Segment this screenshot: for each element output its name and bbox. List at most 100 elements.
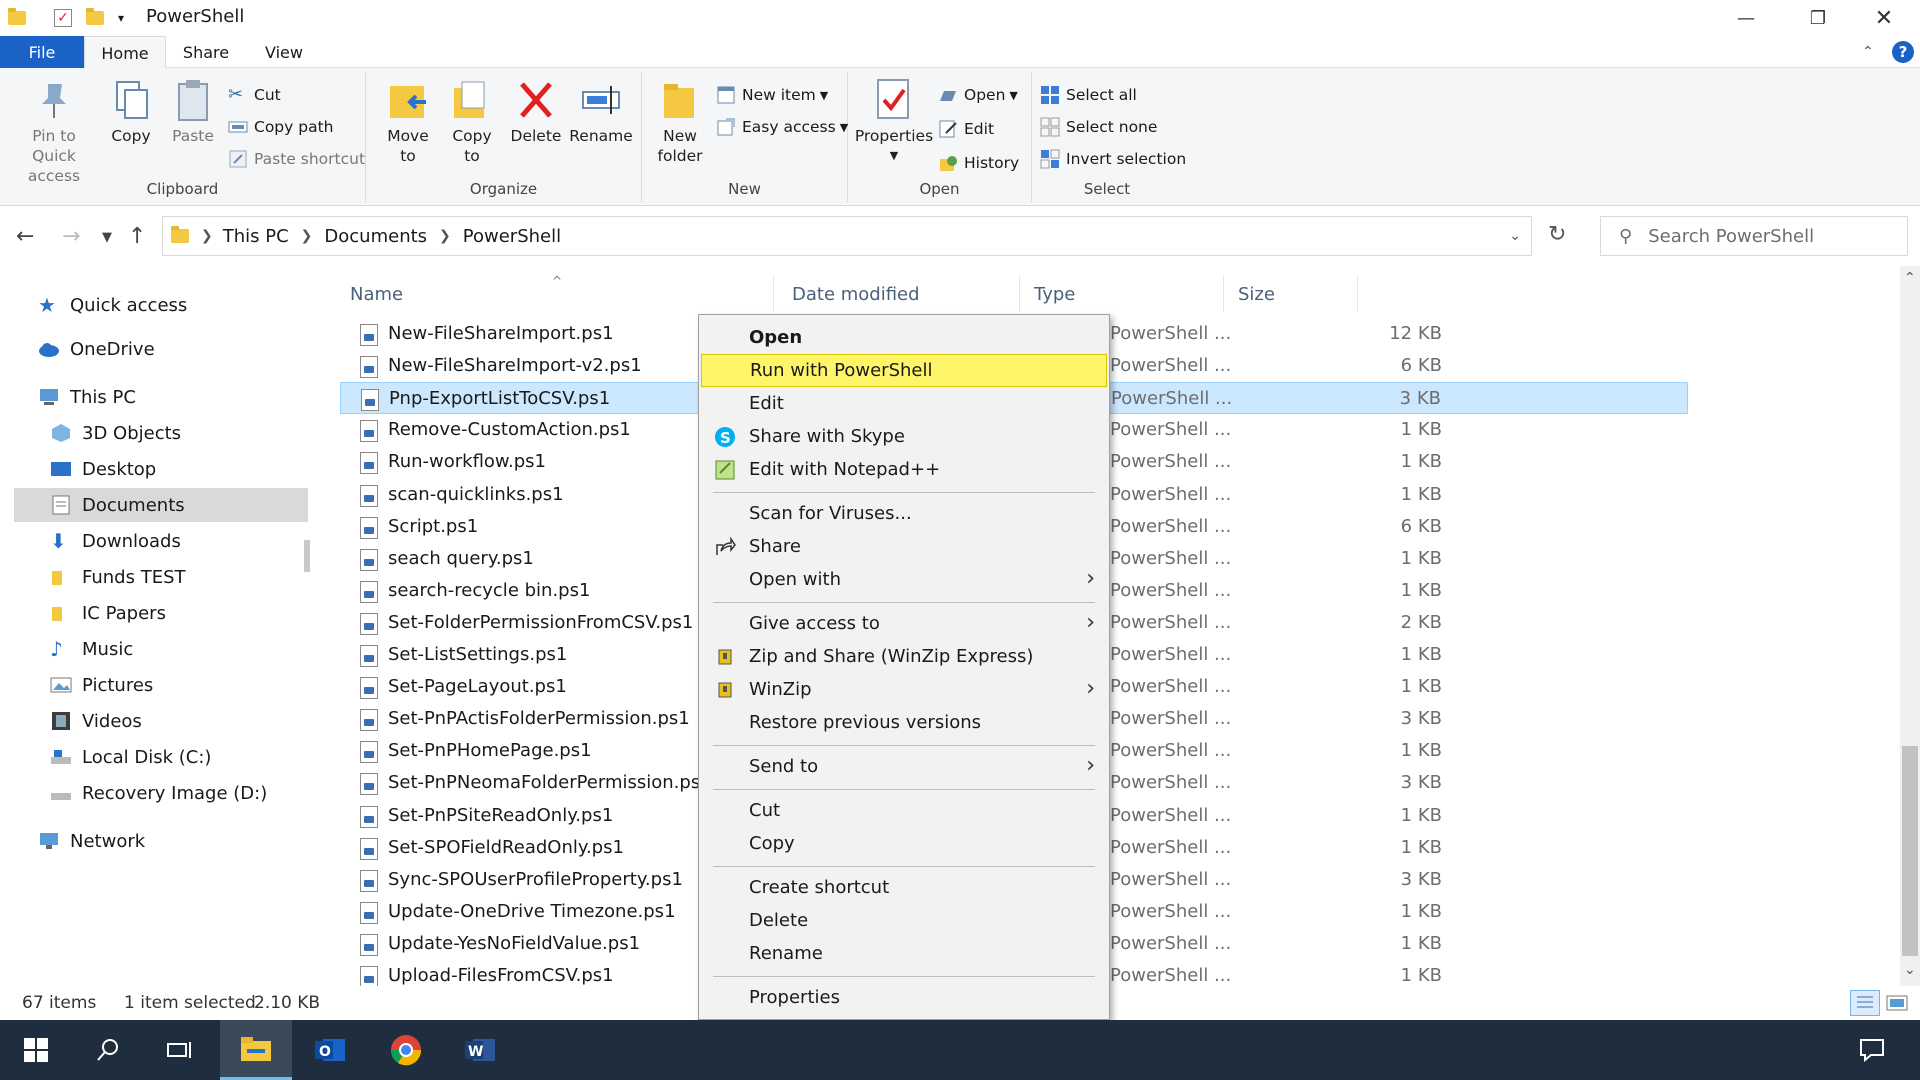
scroll-up-icon[interactable]: ⌃ (1904, 270, 1916, 286)
menu-item-winzip[interactable]: WinZip › (701, 673, 1107, 706)
back-arrow-icon[interactable]: ← (16, 224, 34, 249)
large-icons-view-icon[interactable] (1884, 992, 1910, 1014)
search-input[interactable]: ⚲ Search PowerShell (1600, 216, 1908, 256)
nav-item-pictures[interactable]: Pictures (50, 668, 153, 702)
paste-button[interactable]: Paste (166, 78, 220, 146)
column-header-name[interactable]: Name ^ (338, 274, 774, 312)
collapse-ribbon-icon[interactable]: ⌃ (1862, 44, 1874, 60)
nav-item-videos[interactable]: Videos (50, 704, 142, 738)
tab-share[interactable]: Share (168, 36, 244, 68)
select-all-button[interactable]: Select all (1040, 82, 1137, 108)
new-folder-button[interactable]: New folder (650, 78, 710, 166)
address-dropdown-icon[interactable]: ⌄ (1509, 228, 1521, 244)
menu-item-restore-previous-versions[interactable]: Restore previous versions (701, 706, 1107, 739)
breadcrumb-this-pc[interactable]: This PC (223, 226, 289, 247)
nav-item-documents[interactable]: Documents (14, 488, 308, 522)
up-arrow-icon[interactable]: ↑ (128, 224, 146, 249)
scrollbar-thumb[interactable] (1902, 746, 1918, 956)
menu-item-send-to[interactable]: Send to › (701, 750, 1107, 783)
easy-access-button[interactable]: Easy access ▼ (716, 114, 848, 140)
menu-item-scan-for-viruses[interactable]: Scan for Viruses... (701, 497, 1107, 530)
recent-locations-icon[interactable]: ▼ (102, 230, 112, 245)
nav-item-onedrive[interactable]: OneDrive (38, 332, 155, 366)
details-view-icon[interactable] (1850, 990, 1880, 1016)
cut-button[interactable]: ✂ Cut (228, 82, 281, 108)
notification-icon[interactable] (1836, 1020, 1908, 1080)
tab-view[interactable]: View (248, 36, 320, 68)
column-header-date[interactable]: Date modified (780, 276, 1020, 312)
menu-item-open-with[interactable]: Open with › (701, 563, 1107, 596)
nav-item-3d-objects[interactable]: 3D Objects (50, 416, 181, 450)
documents-icon (50, 495, 72, 515)
close-button[interactable]: ✕ (1848, 0, 1920, 36)
tab-file[interactable]: File (0, 36, 84, 68)
select-none-button[interactable]: Select none (1040, 114, 1157, 140)
customize-qat-icon[interactable]: ▾ (118, 11, 124, 25)
nav-item-desktop[interactable]: Desktop (50, 452, 156, 486)
windows-start-icon[interactable] (0, 1020, 72, 1080)
minimize-button[interactable]: — (1710, 0, 1782, 36)
search-icon[interactable] (72, 1020, 144, 1080)
help-icon[interactable]: ? (1892, 41, 1914, 63)
menu-item-copy[interactable]: Copy (701, 827, 1107, 860)
menu-item-share-with-skype[interactable]: S Share with Skype (701, 420, 1107, 453)
tab-home[interactable]: Home (84, 36, 166, 69)
nav-pane-scrollbar[interactable] (304, 540, 310, 572)
new-item-button[interactable]: New item ▼ (716, 82, 828, 108)
nav-item-local-disk[interactable]: Local Disk (C:) (50, 740, 211, 774)
menu-item-share[interactable]: Share (701, 530, 1107, 563)
nav-item-network[interactable]: Network (38, 824, 145, 858)
chevron-right-icon: ❯ (201, 228, 213, 244)
menu-item-zip-and-share[interactable]: Zip and Share (WinZip Express) (701, 640, 1107, 673)
menu-item-open[interactable]: Open (701, 321, 1107, 354)
nav-item-ic-papers[interactable]: IC Papers (50, 596, 166, 630)
pin-to-quick-access-button[interactable]: Pin to Quick access (8, 78, 100, 186)
word-icon[interactable]: W (444, 1020, 516, 1080)
move-to-button[interactable]: Move to (378, 78, 438, 166)
column-header-size[interactable]: Size (1226, 276, 1358, 312)
nav-item-quick-access[interactable]: ★ Quick access (38, 288, 187, 322)
column-header-type[interactable]: Type (1022, 276, 1224, 312)
maximize-button[interactable]: ❐ (1782, 0, 1854, 36)
edit-button[interactable]: Edit (938, 116, 994, 142)
menu-item-delete[interactable]: Delete (701, 904, 1107, 937)
new-folder-icon[interactable] (86, 8, 104, 25)
menu-item-give-access-to[interactable]: Give access to › (701, 607, 1107, 640)
file-name: Set-SPOFieldReadOnly.ps1 (388, 837, 624, 858)
copy-path-button[interactable]: Copy path (228, 114, 333, 140)
menu-item-edit-with-notepad[interactable]: Edit with Notepad++ (701, 453, 1107, 486)
breadcrumb-powershell[interactable]: PowerShell (463, 226, 561, 247)
scroll-down-icon[interactable]: ⌄ (1904, 962, 1916, 978)
nav-item-this-pc[interactable]: This PC (38, 380, 136, 414)
properties-button[interactable]: Properties ▼ (855, 78, 933, 166)
menu-item-cut[interactable]: Cut (701, 794, 1107, 827)
vertical-scrollbar[interactable]: ⌃ ⌄ (1900, 266, 1920, 986)
outlook-icon[interactable]: O (294, 1020, 366, 1080)
sort-ascending-icon: ^ (552, 274, 563, 288)
paste-shortcut-button[interactable]: Paste shortcut (228, 146, 365, 172)
rename-button[interactable]: Rename (568, 78, 634, 146)
open-button[interactable]: Open ▼ (938, 82, 1018, 108)
menu-item-edit[interactable]: Edit (701, 387, 1107, 420)
nav-item-downloads[interactable]: ⬇ Downloads (50, 524, 181, 558)
copy-to-button[interactable]: Copy to (442, 78, 502, 166)
file-explorer-taskbar-icon[interactable] (220, 1020, 292, 1080)
forward-arrow-icon[interactable]: → (62, 224, 80, 249)
address-box[interactable]: ❯ This PC ❯ Documents ❯ PowerShell ⌄ (162, 216, 1532, 256)
properties-checkbox-icon[interactable]: ✓ (54, 9, 72, 27)
nav-item-funds-test[interactable]: Funds TEST (50, 560, 186, 594)
nav-item-recovery-image[interactable]: Recovery Image (D:) (50, 776, 267, 810)
nav-item-music[interactable]: ♪ Music (50, 632, 133, 666)
history-button[interactable]: History (938, 150, 1019, 176)
menu-item-properties[interactable]: Properties (701, 981, 1107, 1014)
copy-button[interactable]: Copy (104, 78, 158, 146)
chrome-icon[interactable] (370, 1020, 442, 1080)
invert-selection-button[interactable]: Invert selection (1040, 146, 1186, 172)
task-view-icon[interactable] (144, 1020, 216, 1080)
delete-button[interactable]: Delete (506, 78, 566, 146)
menu-item-create-shortcut[interactable]: Create shortcut (701, 871, 1107, 904)
menu-item-run-with-powershell[interactable]: Run with PowerShell (701, 354, 1107, 387)
refresh-icon[interactable]: ↻ (1548, 222, 1566, 247)
breadcrumb-documents[interactable]: Documents (324, 226, 427, 247)
menu-item-rename[interactable]: Rename (701, 937, 1107, 970)
